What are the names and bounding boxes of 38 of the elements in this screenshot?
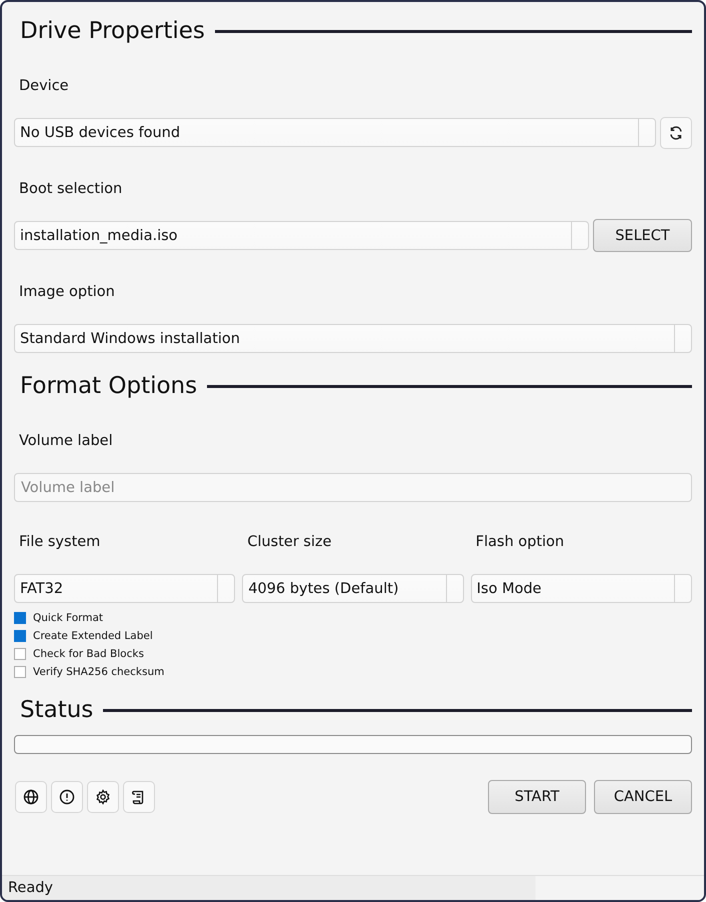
field-label: Device	[19, 78, 70, 96]
settings-button[interactable]	[87, 781, 119, 813]
section-heading: Format Options	[20, 373, 198, 399]
log-button[interactable]	[123, 781, 155, 813]
checkbox[interactable]	[14, 612, 26, 624]
section-heading: Status	[20, 697, 94, 723]
field-label: Boot selection	[19, 181, 124, 199]
action-button[interactable]: CANCEL	[594, 780, 692, 814]
checkbox-label: Quick Format	[33, 612, 104, 624]
boot-selection-dropdown[interactable]: installation_media.iso	[14, 221, 589, 250]
select-button[interactable]: SELECT	[593, 219, 692, 252]
refresh-button[interactable]	[660, 117, 692, 149]
format-dropdown[interactable]: 4096 bytes (Default)	[242, 574, 464, 603]
exclamation-icon	[59, 789, 75, 805]
info-button[interactable]	[51, 781, 83, 813]
image-option-dropdown[interactable]: Standard Windows installation	[14, 324, 692, 353]
status-text: Ready	[8, 880, 54, 896]
checkbox-label: Verify SHA256 checksum	[33, 666, 164, 678]
field-label: Cluster size	[247, 534, 333, 552]
device-dropdown[interactable]: No USB devices found	[14, 118, 656, 147]
field-label: Volume label	[19, 433, 114, 451]
refresh-icon	[668, 125, 684, 141]
format-dropdown[interactable]: Iso Mode	[470, 574, 692, 603]
field-label: File system	[19, 534, 102, 552]
checkbox[interactable]	[14, 630, 26, 642]
field-label: Flash option	[476, 534, 566, 552]
field-label: Image option	[19, 284, 116, 302]
globe-button[interactable]	[15, 781, 47, 813]
checkbox-label: Check for Bad Blocks	[33, 648, 144, 660]
checkbox[interactable]	[14, 648, 26, 660]
format-dropdown[interactable]: FAT32	[14, 574, 236, 603]
globe-icon	[23, 789, 39, 805]
checkbox-label: Create Extended Label	[33, 630, 153, 642]
action-button[interactable]: START	[488, 780, 586, 814]
section-heading: Drive Properties	[20, 18, 205, 44]
settings-icon	[95, 789, 111, 805]
checkbox[interactable]	[14, 666, 26, 678]
volume-label-field[interactable]: Volume label	[14, 473, 692, 502]
